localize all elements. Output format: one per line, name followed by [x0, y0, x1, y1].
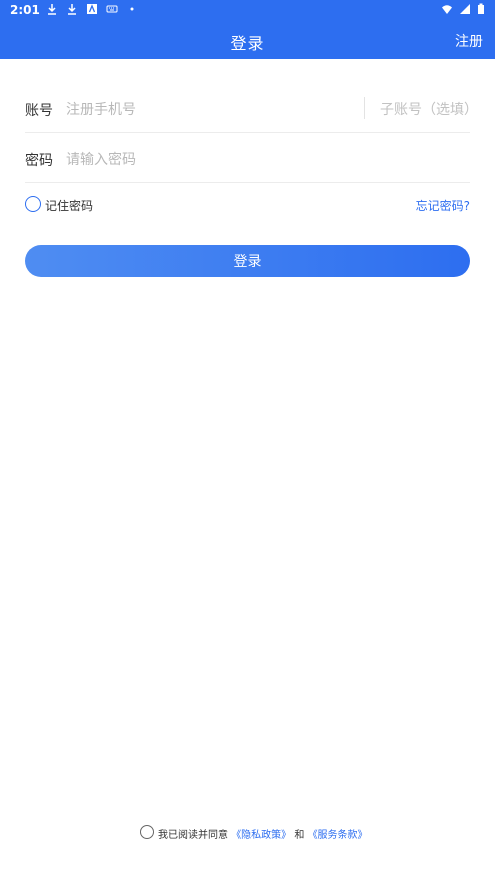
app-bar: 2:01 登录 注册 — [0, 0, 495, 59]
password-label: 密码 — [25, 153, 53, 169]
text-badge-icon — [86, 3, 98, 15]
status-time: 2:01 — [10, 3, 40, 17]
download-icon — [46, 3, 58, 15]
forgot-password-link[interactable]: 忘记密码? — [416, 197, 470, 214]
status-icons-left — [46, 3, 138, 15]
password-input[interactable] — [64, 146, 338, 172]
password-row: 密码 — [25, 134, 470, 183]
register-button[interactable]: 注册 — [455, 31, 483, 51]
agreement: 我已阅读并同意 《隐私政策》 和 《服务条款》 — [140, 825, 400, 843]
account-label: 账号 — [25, 103, 53, 119]
keyboard-icon — [106, 3, 118, 15]
signal-icon — [459, 3, 471, 18]
dot-icon — [126, 3, 138, 15]
remember-checkbox[interactable] — [25, 196, 41, 212]
status-icons-right — [441, 3, 485, 18]
account-divider — [364, 97, 365, 119]
sub-account-input[interactable] — [378, 96, 474, 122]
privacy-policy-link[interactable]: 《隐私政策》 — [231, 830, 291, 841]
status-bar: 2:01 — [0, 0, 495, 20]
remember-label: 记住密码 — [45, 199, 94, 213]
wifi-icon — [441, 3, 453, 18]
remember-row: 记住密码 忘记密码? — [25, 196, 470, 216]
battery-icon — [477, 3, 485, 18]
agree-prefix: 我已阅读并同意 — [158, 830, 228, 841]
agreement-text: 我已阅读并同意 《隐私政策》 和 《服务条款》 — [158, 826, 368, 841]
login-button[interactable]: 登录 — [25, 245, 470, 277]
login-form: 账号 密码 — [25, 84, 474, 183]
account-input[interactable] — [64, 96, 338, 122]
page-title: 登录 — [230, 34, 265, 53]
terms-of-service-link[interactable]: 《服务条款》 — [308, 830, 368, 841]
agree-checkbox[interactable] — [140, 825, 154, 839]
account-row: 账号 — [25, 84, 474, 133]
agree-and: 和 — [294, 830, 305, 841]
download-icon — [66, 3, 78, 15]
